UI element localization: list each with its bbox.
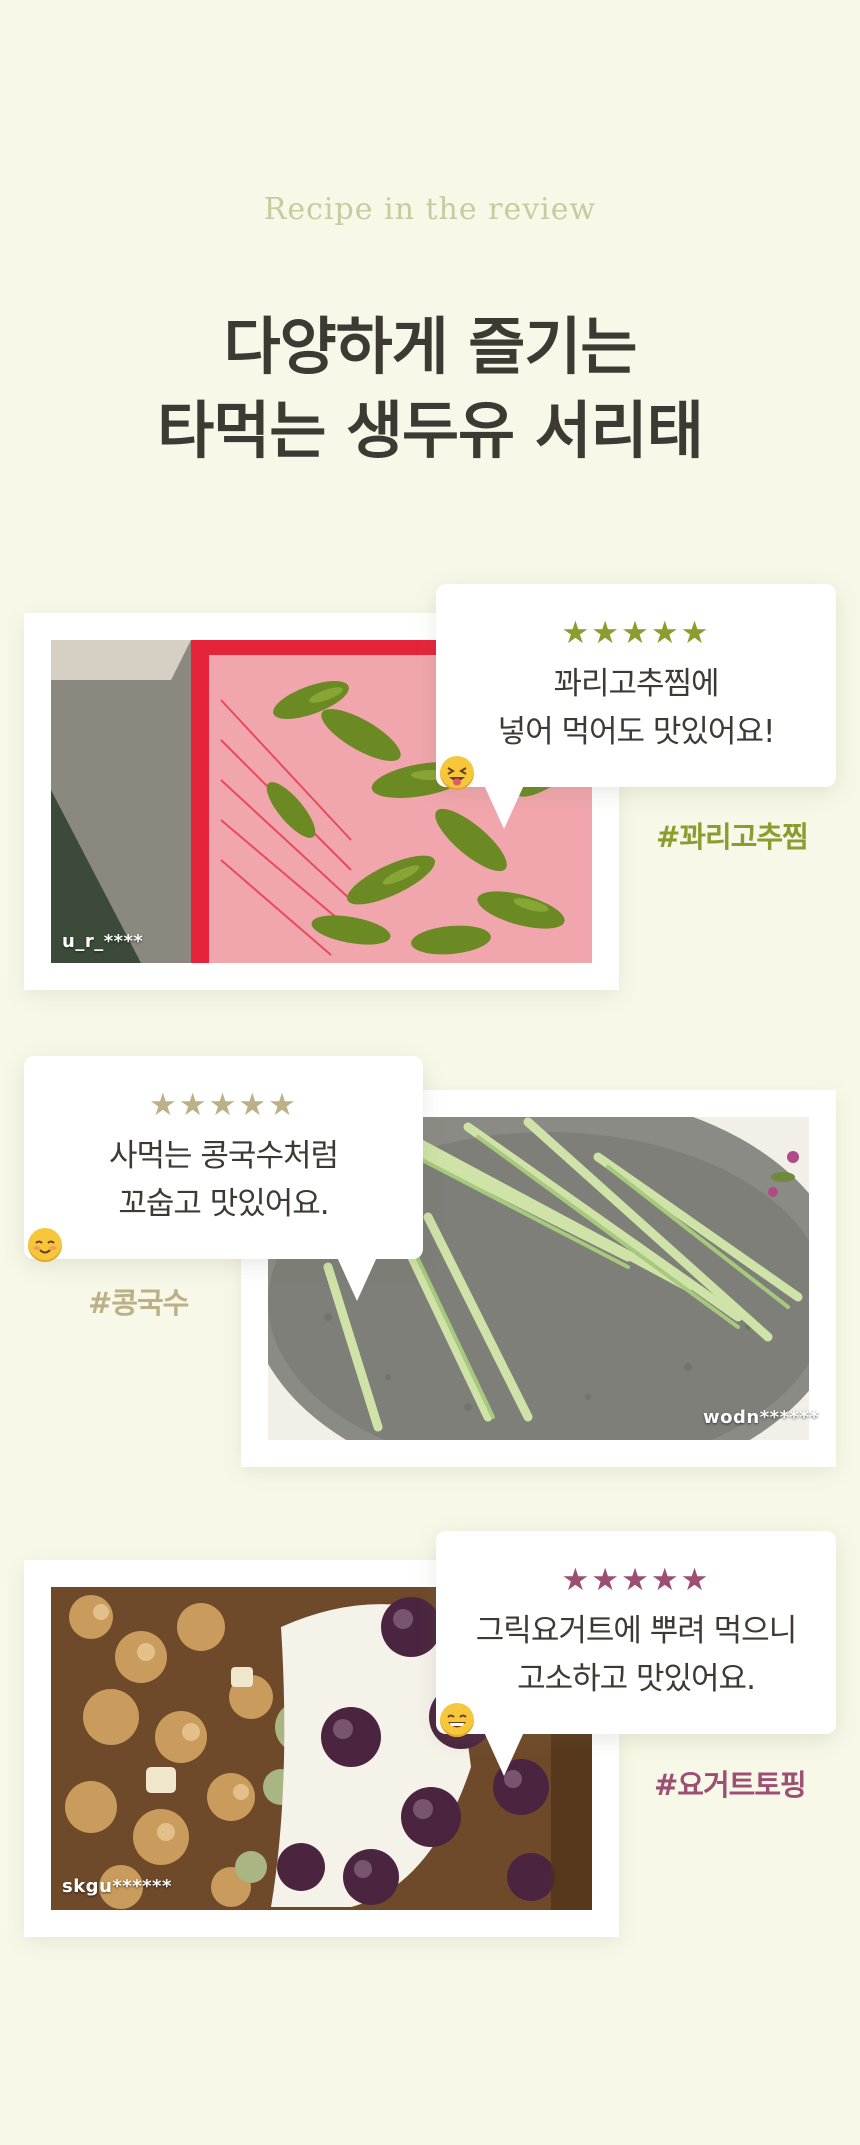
review-text-line-1: 꽈리고추찜에 bbox=[553, 666, 719, 702]
reviewer-username: u_r_**** bbox=[62, 931, 144, 952]
review-bubble: ★★★★★ 그릭요거트에 뿌려 먹으니 고소하고 맛있어요. bbox=[436, 1531, 836, 1776]
review-text-line-2: 꼬숩고 맛있어요. bbox=[24, 1180, 423, 1262]
reviewer-username: wodn****** bbox=[703, 1407, 820, 1428]
hashtag: #콩국수 bbox=[88, 1286, 189, 1320]
review-text-line-2: 넣어 먹어도 맛있어요! bbox=[436, 708, 836, 790]
bubble-tail bbox=[484, 785, 524, 829]
squinting-tongue-face-icon bbox=[440, 756, 474, 790]
title-line-1: 다양하게 즐기는 bbox=[223, 310, 638, 383]
grinning-face-icon bbox=[440, 1703, 474, 1737]
bubble-tail bbox=[484, 1732, 524, 1776]
smiling-blush-face-icon bbox=[28, 1228, 62, 1262]
review-text: 사먹는 콩국수처럼 꼬숩고 맛있어요. bbox=[24, 1132, 423, 1262]
hashtag: #꽈리고추찜 bbox=[656, 820, 809, 854]
reviewer-username: skgu****** bbox=[62, 1876, 172, 1897]
review-text-line-1: 사먹는 콩국수처럼 bbox=[108, 1138, 339, 1174]
star-rating: ★★★★★ bbox=[561, 615, 711, 651]
hashtag: #요거트토핑 bbox=[654, 1768, 807, 1802]
star-rating: ★★★★★ bbox=[561, 1562, 711, 1598]
review-bubble: ★★★★★ 꽈리고추찜에 넣어 먹어도 맛있어요! bbox=[436, 584, 836, 829]
eyebrow-label: Recipe in the review bbox=[263, 192, 597, 227]
review-text: 그릭요거트에 뿌려 먹으니 고소하고 맛있어요. bbox=[436, 1607, 836, 1737]
bubble-tail bbox=[337, 1257, 377, 1301]
page-title: 다양하게 즐기는 타먹는 생두유 서리태 bbox=[0, 305, 860, 473]
review-text-line-2: 고소하고 맛있어요. bbox=[436, 1655, 836, 1737]
review-bubble: ★★★★★ 사먹는 콩국수처럼 꼬숩고 맛있어요. bbox=[24, 1056, 423, 1301]
review-text-line-1: 그릭요거트에 뿌려 먹으니 bbox=[475, 1613, 797, 1649]
star-rating: ★★★★★ bbox=[149, 1087, 298, 1123]
review-text: 꽈리고추찜에 넣어 먹어도 맛있어요! bbox=[436, 660, 836, 790]
title-line-2: 타먹는 생두유 서리태 bbox=[157, 394, 704, 467]
